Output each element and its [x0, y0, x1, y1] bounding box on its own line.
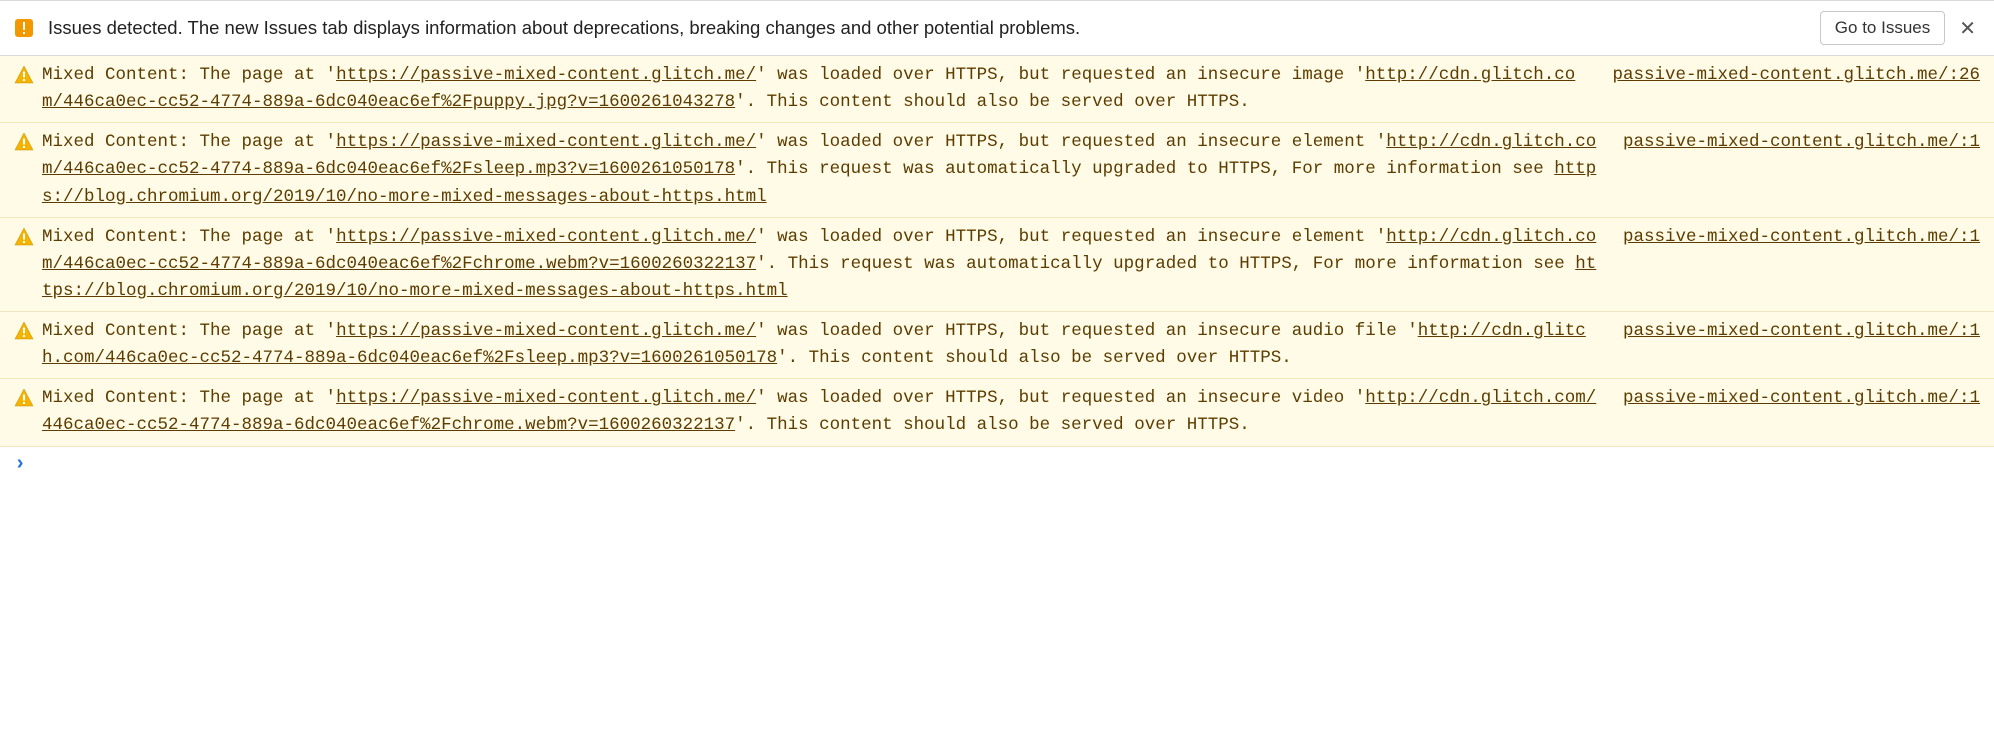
- console-message-span: ' was loaded over HTTPS, but requested a…: [756, 388, 1365, 408]
- console-warning-row: Mixed Content: The page at 'https://pass…: [0, 123, 1994, 217]
- console-warning-row: Mixed Content: The page at 'https://pass…: [0, 312, 1994, 379]
- console-message-span: Mixed Content: The page at ': [42, 321, 336, 341]
- console-message-list: Mixed Content: The page at 'https://pass…: [0, 56, 1994, 447]
- chevron-right-icon: ›: [14, 453, 26, 476]
- warning-triangle-icon: [14, 318, 38, 341]
- console-message-link[interactable]: https://passive-mixed-content.glitch.me/: [336, 388, 756, 408]
- console-message-link[interactable]: https://passive-mixed-content.glitch.me/: [336, 321, 756, 341]
- issues-infobar: Issues detected. The new Issues tab disp…: [0, 0, 1994, 56]
- warning-triangle-icon: [14, 129, 38, 152]
- console-message-span: ' was loaded over HTTPS, but requested a…: [756, 132, 1386, 152]
- console-message-link[interactable]: https://passive-mixed-content.glitch.me/: [336, 65, 756, 85]
- console-message-span: Mixed Content: The page at ': [42, 388, 336, 408]
- warning-triangle-icon: [14, 224, 38, 247]
- warning-triangle-icon: [14, 385, 38, 408]
- console-source-link[interactable]: passive-mixed-content.glitch.me/:26: [1612, 62, 1980, 89]
- console-source-link[interactable]: passive-mixed-content.glitch.me/:1: [1623, 224, 1980, 251]
- go-to-issues-button[interactable]: Go to Issues: [1820, 11, 1945, 45]
- console-message-span: '. This content should also be served ov…: [735, 92, 1250, 112]
- console-message-span: '. This content should also be served ov…: [777, 348, 1292, 368]
- console-message-span: ' was loaded over HTTPS, but requested a…: [756, 65, 1365, 85]
- console-message-span: Mixed Content: The page at ': [42, 132, 336, 152]
- console-message-link[interactable]: https://passive-mixed-content.glitch.me/: [336, 227, 756, 247]
- console-message-span: ' was loaded over HTTPS, but requested a…: [756, 321, 1418, 341]
- console-message-text: Mixed Content: The page at 'https://pass…: [38, 62, 1612, 116]
- issues-warning-icon: [14, 18, 38, 38]
- console-message-link[interactable]: https://passive-mixed-content.glitch.me/: [336, 132, 756, 152]
- console-message-span: ' was loaded over HTTPS, but requested a…: [756, 227, 1386, 247]
- console-message-text: Mixed Content: The page at 'https://pass…: [38, 224, 1623, 305]
- console-message-text: Mixed Content: The page at 'https://pass…: [38, 129, 1623, 210]
- console-message-text: Mixed Content: The page at 'https://pass…: [38, 318, 1623, 372]
- console-source-link[interactable]: passive-mixed-content.glitch.me/:1: [1623, 385, 1980, 412]
- console-message-span: '. This request was automatically upgrad…: [735, 159, 1554, 179]
- warning-triangle-icon: [14, 62, 38, 85]
- console-message-span: '. This content should also be served ov…: [735, 415, 1250, 435]
- console-message-span: '. This request was automatically upgrad…: [756, 254, 1575, 274]
- console-warning-row: Mixed Content: The page at 'https://pass…: [0, 56, 1994, 123]
- console-message-text: Mixed Content: The page at 'https://pass…: [38, 385, 1623, 439]
- console-source-link[interactable]: passive-mixed-content.glitch.me/:1: [1623, 129, 1980, 156]
- console-message-span: Mixed Content: The page at ': [42, 227, 336, 247]
- console-warning-row: Mixed Content: The page at 'https://pass…: [0, 379, 1994, 446]
- close-icon[interactable]: ✕: [1955, 16, 1980, 41]
- console-prompt[interactable]: ›: [0, 447, 1994, 482]
- console-warning-row: Mixed Content: The page at 'https://pass…: [0, 218, 1994, 312]
- console-source-link[interactable]: passive-mixed-content.glitch.me/:1: [1623, 318, 1980, 345]
- issues-infobar-text: Issues detected. The new Issues tab disp…: [38, 17, 1820, 39]
- console-message-span: Mixed Content: The page at ': [42, 65, 336, 85]
